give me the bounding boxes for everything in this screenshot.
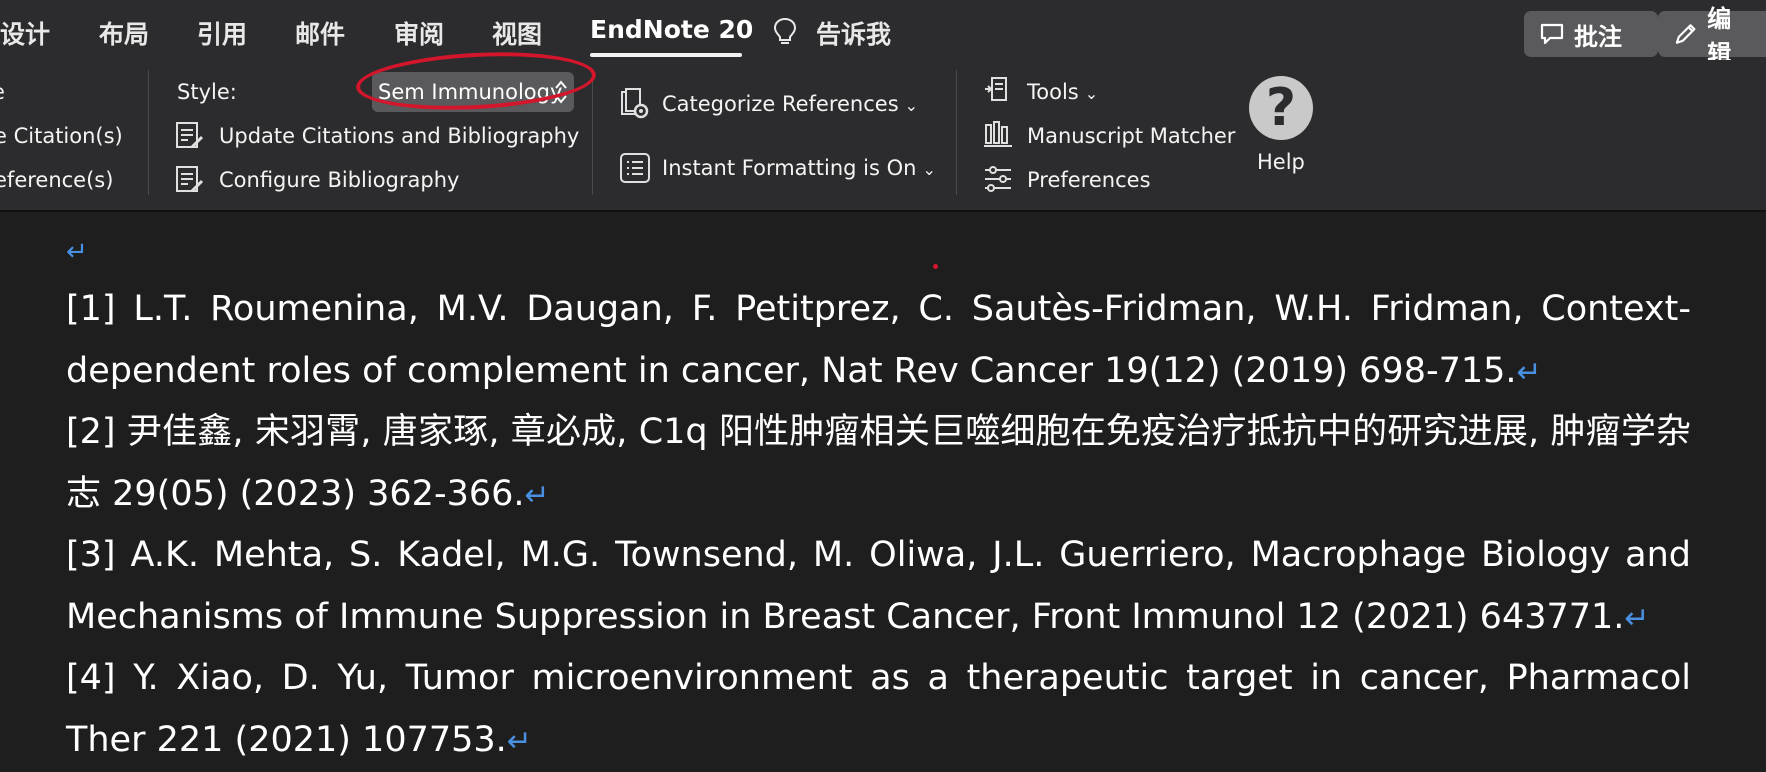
document-body[interactable]: ↵ [1] L.T. Roumenina, M.V. Daugan, F. Pe… xyxy=(0,212,1766,768)
group-separator xyxy=(956,70,957,195)
chevron-down-icon: ⌄ xyxy=(904,96,919,115)
paragraph-mark: ↵ xyxy=(524,477,550,513)
group-separator xyxy=(148,70,149,195)
configure-bibliography-icon xyxy=(176,166,204,193)
pencil-icon xyxy=(1675,24,1696,44)
tab-endnote[interactable]: EndNote 20 xyxy=(590,15,753,44)
style-label: Style: xyxy=(177,80,237,104)
preferences-button[interactable]: Preferences xyxy=(1027,168,1151,192)
reference-4-text: [4] Y. Xiao, D. Yu, Tumor microenvironme… xyxy=(66,658,1691,760)
help-label[interactable]: Help xyxy=(1257,150,1305,174)
reference-2[interactable]: [2] 尹佳鑫, 宋羽霄, 唐家琢, 章必成, C1q 阳性肿瘤相关巨噬细胞在免… xyxy=(66,402,1691,526)
group-separator xyxy=(592,70,593,195)
categorize-references-button[interactable]: Categorize References ⌄ xyxy=(662,92,918,116)
paragraph-mark: ↵ xyxy=(1516,354,1542,390)
endnote-ribbon: e e Citation(s) eference(s) Style: Sem I… xyxy=(0,60,1766,212)
manuscript-matcher-icon xyxy=(984,121,1012,147)
active-tab-indicator xyxy=(590,53,742,57)
comment-icon xyxy=(1540,23,1564,45)
manuscript-matcher-button[interactable]: Manuscript Matcher xyxy=(1027,124,1235,148)
reference-2-text: [2] 尹佳鑫, 宋羽霄, 唐家琢, 章必成, C1q 阳性肿瘤相关巨噬细胞在免… xyxy=(66,412,1691,514)
categorize-references-icon xyxy=(621,88,649,119)
instant-formatting-icon xyxy=(620,153,650,183)
tell-me[interactable]: 告诉我 xyxy=(816,15,891,51)
update-citations-icon xyxy=(176,122,204,149)
tools-button[interactable]: Tools ⌄ xyxy=(1027,80,1098,104)
reference-3[interactable]: [3] A.K. Mehta, S. Kadel, M.G. Townsend,… xyxy=(66,525,1691,649)
tab-review[interactable]: 审阅 xyxy=(394,15,444,51)
tab-layout[interactable]: 布局 xyxy=(99,15,149,51)
reference-3-text: [3] A.K. Mehta, S. Kadel, M.G. Townsend,… xyxy=(66,535,1691,637)
ribbon-tab-bar: 设计 布局 引用 邮件 审阅 视图 EndNote 20 告诉我 批注 编辑 xyxy=(0,0,1766,68)
instant-formatting-button[interactable]: Instant Formatting is On ⌄ xyxy=(662,156,936,180)
comment-button[interactable]: 批注 xyxy=(1524,11,1658,57)
categorize-references-label: Categorize References xyxy=(662,92,899,116)
comment-button-label: 批注 xyxy=(1574,22,1622,51)
tools-label: Tools xyxy=(1027,80,1079,104)
insert-citation-partial[interactable]: e xyxy=(0,80,5,104)
edit-button[interactable]: 编辑 xyxy=(1658,5,1766,68)
preferences-icon xyxy=(985,166,1011,192)
lightbulb-icon xyxy=(773,17,797,44)
instant-formatting-label: Instant Formatting is On xyxy=(662,156,917,180)
tab-references[interactable]: 引用 xyxy=(197,15,247,51)
paragraph-mark: ↵ xyxy=(66,236,88,266)
update-citations-button[interactable]: Update Citations and Bibliography xyxy=(219,124,579,148)
reference-4[interactable]: [4] Y. Xiao, D. Yu, Tumor microenvironme… xyxy=(66,648,1691,772)
reference-1[interactable]: [1] L.T. Roumenina, M.V. Daugan, F. Peti… xyxy=(66,279,1691,403)
annotation-dot xyxy=(933,264,938,269)
help-question-icon[interactable]: ? xyxy=(1249,76,1313,140)
edit-button-label: 编辑 xyxy=(1707,5,1732,68)
tools-icon xyxy=(985,77,1007,101)
chevron-down-icon: ⌄ xyxy=(1084,84,1099,103)
tab-mailings[interactable]: 邮件 xyxy=(295,15,345,51)
reference-1-text: [1] L.T. Roumenina, M.V. Daugan, F. Peti… xyxy=(66,289,1691,391)
tab-design[interactable]: 设计 xyxy=(0,15,50,51)
paragraph-mark: ↵ xyxy=(1624,600,1650,636)
tab-view[interactable]: 视图 xyxy=(492,15,542,51)
paragraph-mark: ↵ xyxy=(506,723,532,759)
chevron-down-icon: ⌄ xyxy=(922,160,936,179)
configure-bibliography-button[interactable]: Configure Bibliography xyxy=(219,168,459,192)
edit-references-partial[interactable]: eference(s) xyxy=(0,168,113,192)
edit-citations-partial[interactable]: e Citation(s) xyxy=(0,124,123,148)
